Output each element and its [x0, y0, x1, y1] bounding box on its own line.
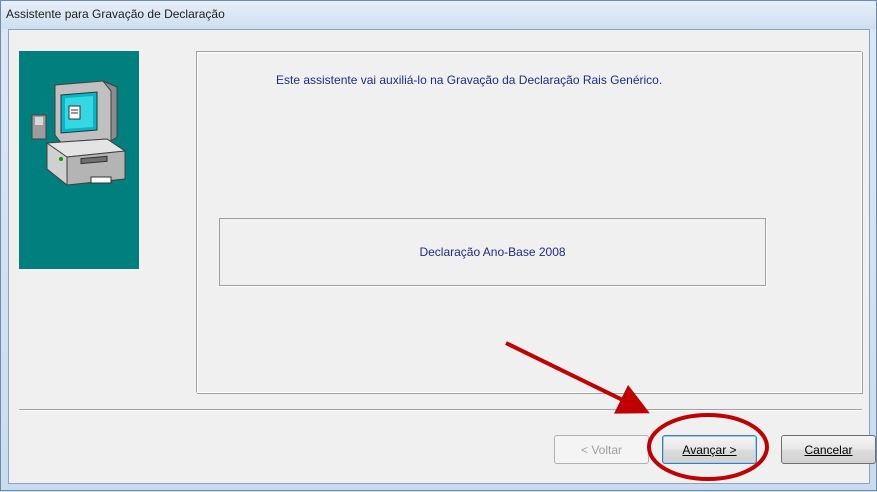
- declaration-label: Declaração Ano-Base 2008: [419, 245, 566, 259]
- back-button[interactable]: < Voltar: [554, 435, 649, 464]
- intro-text: Este assistente vai auxiliá-lo na Gravaç…: [276, 73, 663, 87]
- declaration-box: Declaração Ano-Base 2008: [219, 218, 766, 286]
- wizard-window: Assistente para Gravação de Declaração E…: [0, 0, 877, 491]
- back-button-label: < Voltar: [580, 442, 623, 457]
- cancel-button[interactable]: Cancelar: [781, 435, 876, 464]
- window-title: Assistente para Gravação de Declaração: [6, 7, 225, 21]
- computer-icon: [31, 80, 127, 186]
- title-bar[interactable]: Assistente para Gravação de Declaração: [1, 1, 876, 29]
- next-button-label: Avançar >: [682, 442, 737, 457]
- wizard-illustration: [19, 51, 139, 269]
- cancel-button-label: Cancelar: [804, 442, 853, 457]
- wizard-content-panel: Este assistente vai auxiliá-lo na Gravaç…: [196, 51, 862, 393]
- dialog-client-area: Este assistente vai auxiliá-lo na Gravaç…: [8, 29, 876, 484]
- next-button[interactable]: Avançar >: [662, 435, 757, 464]
- button-separator: [19, 409, 862, 411]
